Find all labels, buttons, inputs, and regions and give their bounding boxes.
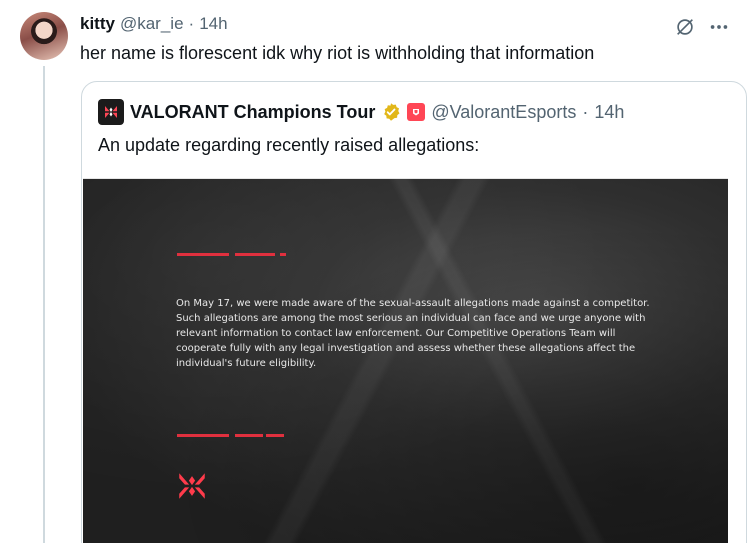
verified-badge-icon: [381, 102, 401, 122]
statement-line: cooperate fully with any legal investiga…: [176, 343, 636, 354]
post-header: kitty @kar_ie · 14h: [80, 13, 228, 35]
grok-button[interactable]: [671, 13, 699, 41]
statement-image[interactable]: On May 17, we were made aware of the sex…: [83, 178, 728, 543]
post-time[interactable]: 14h: [199, 13, 227, 35]
quoted-handle[interactable]: @ValorantEsports: [431, 100, 576, 124]
red-divider: [266, 434, 284, 437]
more-icon: [710, 25, 728, 29]
quoted-display-name[interactable]: VALORANT Champions Tour: [130, 100, 375, 124]
quoted-post-time[interactable]: 14h: [594, 100, 624, 124]
statement-line: On May 17, we were made aware of the sex…: [176, 298, 650, 309]
vct-logo-icon: [105, 106, 117, 118]
tweet-view: kitty @kar_ie · 14h her name is floresce…: [0, 0, 752, 543]
more-options-button[interactable]: [705, 13, 733, 41]
thread-line: [43, 66, 45, 543]
quoted-post[interactable]: VALORANT Champions Tour @ValorantEsports…: [81, 81, 747, 543]
quoted-avatar[interactable]: [98, 99, 124, 125]
post-text: her name is florescent idk why riot is w…: [80, 43, 595, 63]
quoted-post-header: VALORANT Champions Tour @ValorantEsports…: [98, 99, 624, 125]
statement-line: Such allegations are among the most seri…: [176, 313, 646, 324]
separator-dot: ·: [582, 102, 589, 122]
separator-dot: ·: [188, 14, 195, 33]
user-handle[interactable]: @kar_ie: [120, 13, 184, 35]
statement-text: On May 17, we were made aware of the sex…: [176, 296, 650, 371]
statement-line: relevant information to contact law enfo…: [176, 328, 616, 339]
quoted-post-text: An update regarding recently raised alle…: [98, 135, 480, 155]
avatar[interactable]: [20, 12, 68, 60]
statement-line: individual's future eligibility.: [176, 358, 317, 369]
red-divider: [280, 253, 286, 256]
red-divider: [235, 434, 263, 437]
red-divider: [177, 253, 229, 256]
display-name[interactable]: kitty: [80, 13, 115, 35]
vct-logo-icon: [175, 469, 209, 503]
grok-icon: [677, 19, 693, 35]
affiliate-badge-icon[interactable]: [407, 103, 426, 121]
red-divider: [235, 253, 275, 256]
red-divider: [177, 434, 229, 437]
